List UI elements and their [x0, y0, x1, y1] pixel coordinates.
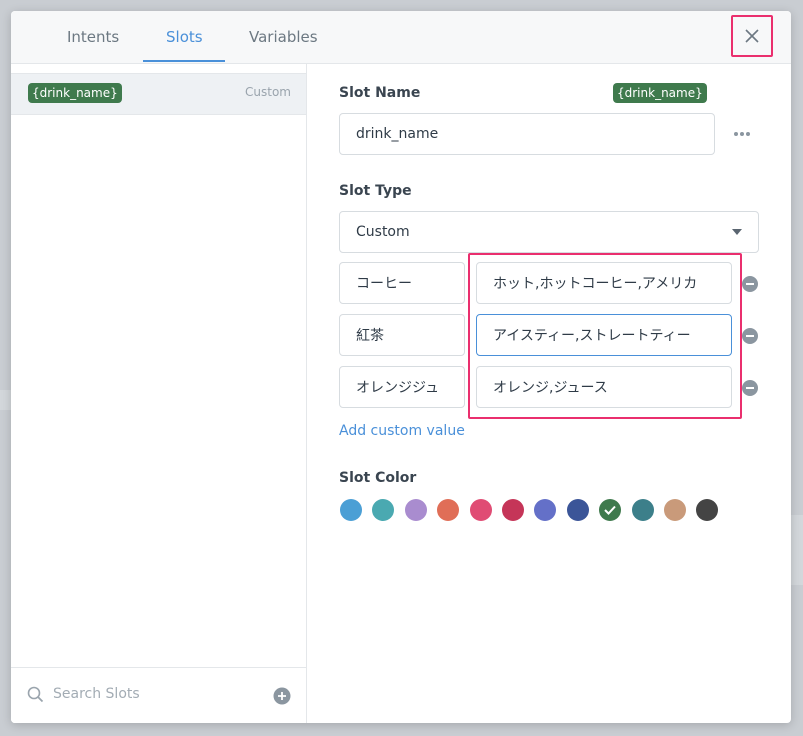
- color-swatch[interactable]: [404, 499, 427, 521]
- color-swatch[interactable]: [631, 499, 654, 521]
- slots-sidebar: {drink_name} Custom: [11, 64, 307, 723]
- color-swatch[interactable]: [340, 499, 362, 521]
- custom-value-input[interactable]: オレンジジュ: [339, 366, 465, 408]
- more-options-icon[interactable]: [733, 131, 751, 137]
- remove-value-button[interactable]: [742, 328, 758, 344]
- background-strip: [0, 390, 11, 410]
- search-slots-input[interactable]: [53, 686, 253, 702]
- add-custom-value-link[interactable]: Add custom value: [339, 423, 465, 439]
- remove-value-button[interactable]: [742, 276, 758, 292]
- modal-header: Intents Slots Variables: [11, 11, 791, 64]
- color-swatch[interactable]: [502, 499, 524, 521]
- slots-modal: Intents Slots Variables {drink_name} Cus…: [11, 11, 791, 723]
- background-strip: [791, 515, 803, 585]
- color-swatch[interactable]: [534, 499, 557, 521]
- slot-type-select[interactable]: Custom: [339, 211, 759, 253]
- custom-value-input[interactable]: コーヒー: [339, 262, 465, 304]
- slot-name-pill: {drink_name}: [28, 83, 122, 103]
- tab-slots[interactable]: Slots: [166, 11, 203, 63]
- close-button[interactable]: [731, 15, 773, 57]
- tab-variables[interactable]: Variables: [249, 11, 318, 63]
- slot-name-input[interactable]: drink_name: [339, 113, 715, 155]
- slot-name-label: Slot Name: [339, 85, 421, 101]
- color-swatch[interactable]: [696, 499, 719, 521]
- active-tab-indicator: [143, 60, 225, 62]
- close-icon: [745, 29, 759, 43]
- slot-type-label: Slot Type: [339, 183, 412, 199]
- tab-intents[interactable]: Intents: [67, 11, 119, 63]
- remove-value-button[interactable]: [742, 380, 758, 396]
- slot-color-label: Slot Color: [339, 470, 417, 486]
- color-swatch[interactable]: [599, 499, 622, 521]
- slot-type-label: Custom: [245, 85, 291, 99]
- color-swatch[interactable]: [566, 499, 589, 521]
- custom-value-input[interactable]: 紅茶: [339, 314, 465, 356]
- color-swatch[interactable]: [664, 499, 686, 521]
- check-icon: [604, 505, 616, 515]
- search-icon: [27, 686, 44, 703]
- caret-down-icon: [732, 229, 742, 235]
- synonyms-highlight-box: [468, 253, 742, 419]
- add-slot-icon[interactable]: [273, 687, 291, 705]
- color-swatch[interactable]: [469, 499, 492, 521]
- color-swatch[interactable]: [372, 499, 395, 521]
- color-swatch[interactable]: [437, 499, 460, 521]
- slot-type-value: Custom: [356, 224, 410, 240]
- slot-list-item[interactable]: {drink_name} Custom: [11, 73, 306, 115]
- sidebar-footer: [11, 667, 306, 723]
- slot-name-badge: {drink_name}: [613, 83, 707, 103]
